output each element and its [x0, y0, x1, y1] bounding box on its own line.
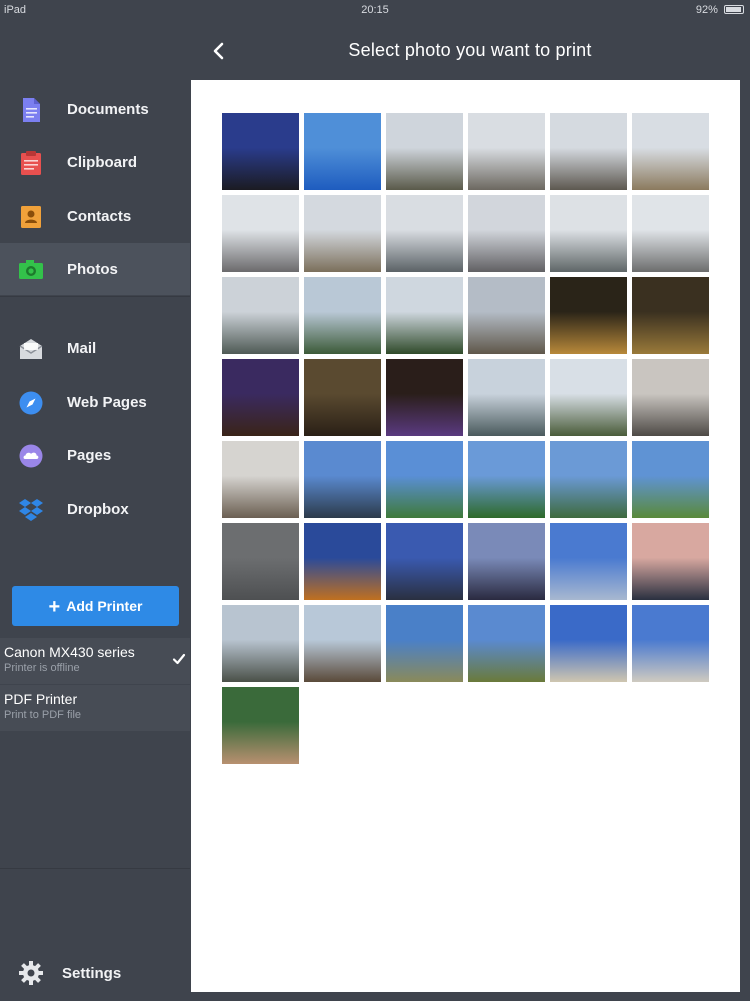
printer-item-canon[interactable]: Canon MX430 series Printer is offline — [0, 638, 190, 684]
printer-item-pdf[interactable]: PDF Printer Print to PDF file — [0, 685, 190, 731]
photo-thumbnail[interactable] — [386, 277, 463, 354]
battery-status: 92% — [696, 4, 744, 16]
photo-thumbnail[interactable] — [222, 277, 299, 354]
dropbox-icon — [19, 499, 43, 521]
photo-thumbnail[interactable] — [304, 359, 381, 436]
sidebar-item-label: Photos — [67, 261, 118, 278]
settings-button[interactable]: Settings — [0, 948, 190, 1001]
printer-name: Canon MX430 series — [4, 644, 135, 660]
photo-thumbnail[interactable] — [468, 523, 545, 600]
photo-thumbnail[interactable] — [632, 523, 709, 600]
photo-thumbnail[interactable] — [632, 359, 709, 436]
plus-icon: + — [48, 596, 61, 618]
settings-label: Settings — [62, 965, 122, 982]
sidebar-item-photos[interactable]: Photos — [0, 243, 190, 295]
contacts-icon — [21, 206, 41, 228]
sidebar-item-label: Contacts — [67, 208, 132, 225]
photo-thumbnail[interactable] — [632, 277, 709, 354]
gear-icon — [19, 961, 43, 985]
photo-thumbnail[interactable] — [386, 113, 463, 190]
photo-thumbnail[interactable] — [468, 113, 545, 190]
camera-icon — [19, 260, 43, 279]
printer-status: Printer is offline — [4, 662, 80, 674]
photo-thumbnail[interactable] — [222, 441, 299, 518]
page-title: Select photo you want to print — [348, 40, 592, 60]
sidebar-item-label: Documents — [67, 101, 149, 118]
photo-thumbnail[interactable] — [632, 113, 709, 190]
photo-thumbnail[interactable] — [550, 195, 627, 272]
photo-thumbnail[interactable] — [386, 359, 463, 436]
back-button[interactable] — [206, 36, 232, 66]
photo-grid — [222, 113, 709, 764]
photo-thumbnail[interactable] — [468, 441, 545, 518]
add-printer-label: Add Printer — [66, 598, 143, 614]
photo-thumbnail[interactable] — [222, 687, 299, 764]
photo-picker — [191, 80, 740, 992]
sidebar-divider — [0, 296, 190, 297]
photo-thumbnail[interactable] — [468, 359, 545, 436]
photo-thumbnail[interactable] — [632, 441, 709, 518]
sidebar-item-label: Mail — [67, 340, 97, 357]
photo-thumbnail[interactable] — [468, 277, 545, 354]
status-bar: iPad 20:15 92% — [0, 0, 750, 22]
clipboard-icon — [21, 151, 41, 175]
sidebar-divider — [0, 868, 190, 869]
sidebar-item-documents[interactable]: Documents — [0, 83, 190, 135]
photo-thumbnail[interactable] — [304, 523, 381, 600]
photo-thumbnail[interactable] — [386, 441, 463, 518]
photo-thumbnail[interactable] — [632, 195, 709, 272]
sidebar-item-label: Dropbox — [67, 501, 129, 518]
photo-thumbnail[interactable] — [386, 523, 463, 600]
sidebar-item-mail[interactable]: Mail — [0, 322, 190, 374]
cloud-icon — [19, 444, 43, 468]
header: Select photo you want to print — [190, 22, 750, 80]
photo-thumbnail[interactable] — [222, 605, 299, 682]
photo-thumbnail[interactable] — [304, 441, 381, 518]
sidebar: Documents Clipboard Contacts Photos Mail… — [0, 80, 190, 1001]
photo-thumbnail[interactable] — [632, 605, 709, 682]
photo-thumbnail[interactable] — [386, 605, 463, 682]
checkmark-icon — [172, 653, 186, 665]
document-icon — [23, 98, 40, 122]
status-time: 20:15 — [361, 4, 389, 16]
sidebar-item-web-pages[interactable]: Web Pages — [0, 376, 190, 428]
photo-thumbnail[interactable] — [550, 277, 627, 354]
sidebar-item-clipboard[interactable]: Clipboard — [0, 136, 190, 188]
mail-icon — [19, 339, 43, 359]
photo-thumbnail[interactable] — [222, 113, 299, 190]
photo-thumbnail[interactable] — [550, 605, 627, 682]
printer-name: PDF Printer — [4, 691, 78, 707]
photo-thumbnail[interactable] — [222, 523, 299, 600]
photo-thumbnail[interactable] — [468, 195, 545, 272]
printer-status: Print to PDF file — [4, 709, 82, 721]
photo-thumbnail[interactable] — [222, 359, 299, 436]
add-printer-button[interactable]: + Add Printer — [12, 586, 179, 626]
sidebar-item-label: Clipboard — [67, 154, 137, 171]
compass-icon — [19, 391, 43, 415]
photo-thumbnail[interactable] — [304, 277, 381, 354]
photo-thumbnail[interactable] — [304, 113, 381, 190]
photo-thumbnail[interactable] — [550, 441, 627, 518]
photo-thumbnail[interactable] — [304, 605, 381, 682]
sidebar-item-contacts[interactable]: Contacts — [0, 190, 190, 242]
battery-percent: 92% — [695, 4, 718, 16]
battery-icon — [724, 5, 744, 14]
photo-thumbnail[interactable] — [550, 113, 627, 190]
sidebar-item-dropbox[interactable]: Dropbox — [0, 483, 190, 535]
sidebar-item-label: Pages — [67, 447, 112, 464]
chevron-left-icon — [213, 42, 224, 60]
photo-thumbnail[interactable] — [222, 195, 299, 272]
photo-thumbnail[interactable] — [550, 523, 627, 600]
sidebar-item-label: Web Pages — [67, 394, 147, 411]
photo-thumbnail[interactable] — [468, 605, 545, 682]
photo-thumbnail[interactable] — [550, 359, 627, 436]
sidebar-item-pages[interactable]: Pages — [0, 429, 190, 481]
photo-thumbnail[interactable] — [386, 195, 463, 272]
photo-thumbnail[interactable] — [304, 195, 381, 272]
